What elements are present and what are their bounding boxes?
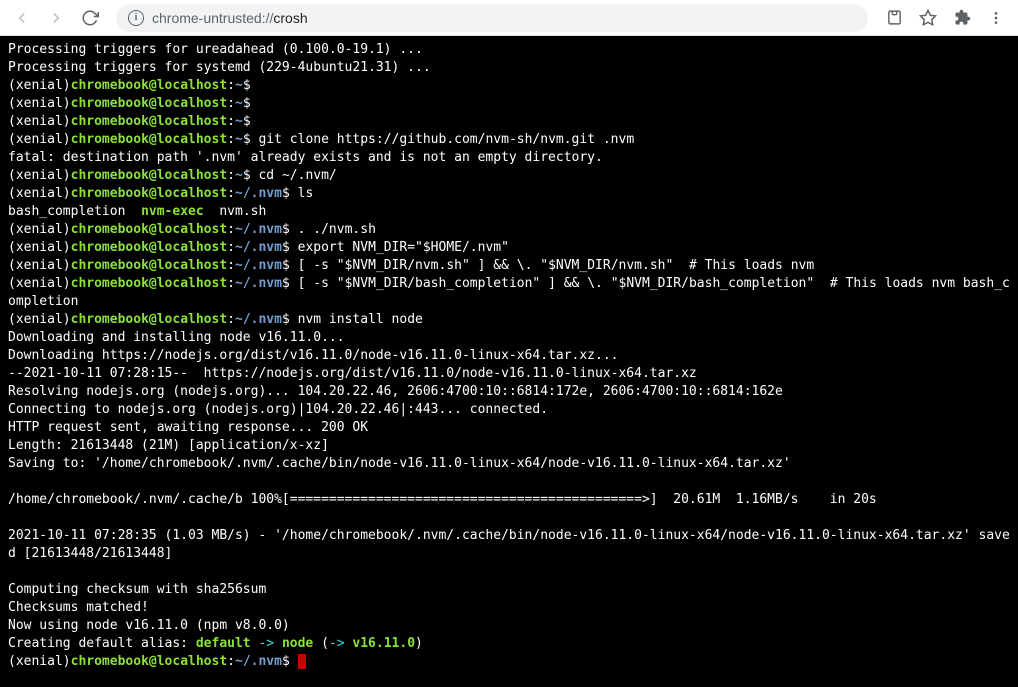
bookmark-icon[interactable] [914, 4, 942, 32]
output-line: Resolving nodejs.org (nodejs.org)... 104… [8, 384, 783, 399]
prompt: (xenial)chromebook@localhost:~$ [8, 96, 258, 111]
output-line: Now using node v16.11.0 (npm v8.0.0) [8, 618, 290, 633]
command: [ -s "$NVM_DIR/nvm.sh" ] && \. "$NVM_DIR… [298, 258, 815, 273]
output-line: Computing checksum with sha256sum [8, 582, 266, 597]
ls-output: bash_completion nvm-exec nvm.sh [8, 204, 266, 219]
prompt: (xenial)chromebook@localhost:~/.nvm$ [8, 312, 298, 327]
extensions-icon[interactable] [948, 4, 976, 32]
prompt: (xenial)chromebook@localhost:~$ [8, 114, 258, 129]
output-line: fatal: destination path '.nvm' already e… [8, 150, 603, 165]
output-line: Saving to: '/home/chromebook/.nvm/.cache… [8, 456, 791, 471]
back-button[interactable] [8, 4, 36, 32]
browser-toolbar: i chrome-untrusted://crosh [0, 0, 1018, 36]
prompt: (xenial)chromebook@localhost:~/.nvm$ [8, 258, 298, 273]
output-line: Creating default alias: default -> node … [8, 636, 423, 651]
output-line: Processing triggers for systemd (229-4ub… [8, 60, 431, 75]
menu-icon[interactable] [982, 4, 1010, 32]
cursor [298, 654, 306, 669]
prompt: (xenial)chromebook@localhost:~$ [8, 168, 258, 183]
output-line: Downloading https://nodejs.org/dist/v16.… [8, 348, 618, 363]
output-line: Processing triggers for ureadahead (0.10… [8, 42, 423, 57]
reload-button[interactable] [76, 4, 104, 32]
output-line: Downloading and installing node v16.11.0… [8, 330, 345, 345]
prompt: (xenial)chromebook@localhost:~$ [8, 78, 258, 93]
command: nvm install node [298, 312, 423, 327]
output-line: 2021-10-11 07:28:35 (1.03 MB/s) - '/home… [8, 528, 1010, 561]
url-text: chrome-untrusted://crosh [152, 10, 308, 26]
output-line: HTTP request sent, awaiting response... … [8, 420, 368, 435]
install-icon[interactable] [880, 4, 908, 32]
prompt: (xenial)chromebook@localhost:~/.nvm$ [8, 222, 298, 237]
prompt: (xenial)chromebook@localhost:~$ [8, 132, 258, 147]
output-line: --2021-10-11 07:28:15-- https://nodejs.o… [8, 366, 697, 381]
prompt: (xenial)chromebook@localhost:~/.nvm$ [8, 276, 298, 291]
command: export NVM_DIR="$HOME/.nvm" [298, 240, 509, 255]
address-bar[interactable]: i chrome-untrusted://crosh [116, 4, 868, 32]
output-line: /home/chromebook/.nvm/.cache/b 100%[====… [8, 492, 877, 507]
prompt: (xenial)chromebook@localhost:~/.nvm$ [8, 186, 298, 201]
command: git clone https://github.com/nvm-sh/nvm.… [258, 132, 634, 147]
command: cd ~/.nvm/ [258, 168, 336, 183]
site-info-icon[interactable]: i [128, 10, 144, 26]
prompt: (xenial)chromebook@localhost:~/.nvm$ [8, 654, 298, 669]
output-line: Length: 21613448 (21M) [application/x-xz… [8, 438, 329, 453]
output-line: Checksums matched! [8, 600, 149, 615]
command: . ./nvm.sh [298, 222, 376, 237]
forward-button[interactable] [42, 4, 70, 32]
prompt: (xenial)chromebook@localhost:~/.nvm$ [8, 240, 298, 255]
command: ls [298, 186, 314, 201]
terminal[interactable]: Processing triggers for ureadahead (0.10… [0, 36, 1018, 687]
output-line: Connecting to nodejs.org (nodejs.org)|10… [8, 402, 548, 417]
